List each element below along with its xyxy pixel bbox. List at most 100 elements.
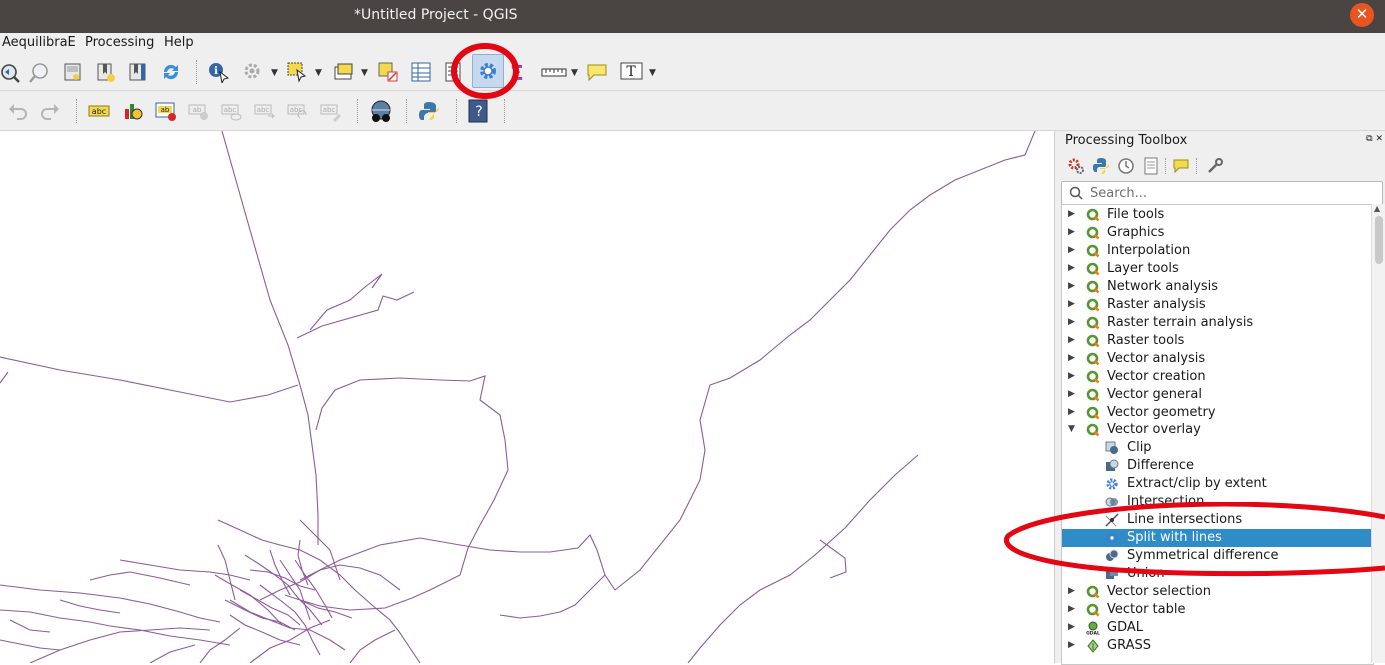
float-panel-icon[interactable]: ⧉	[1366, 134, 1372, 144]
show-hide-labels-icon[interactable]: abc	[221, 100, 243, 122]
chevron-right-icon[interactable]: ▶	[1068, 604, 1075, 614]
layer-diagram-icon[interactable]	[122, 100, 144, 122]
scrollbar-thumb[interactable]	[1375, 216, 1383, 264]
chevron-right-icon[interactable]: ▶	[1068, 389, 1075, 399]
tree-group-vector-geometry[interactable]: ▶ Vector geometry	[1062, 404, 1373, 422]
menu-help[interactable]: Help	[164, 35, 194, 50]
edit-features-in-place-icon[interactable]	[1172, 157, 1190, 175]
undo-icon[interactable]	[7, 100, 29, 122]
history-icon[interactable]	[1117, 157, 1135, 175]
chevron-right-icon[interactable]: ▶	[1068, 353, 1075, 363]
tree-group-layer-tools[interactable]: ▶ Layer tools	[1062, 260, 1373, 278]
open-field-calculator-icon[interactable]	[410, 61, 432, 83]
refresh-icon[interactable]	[160, 61, 182, 83]
chevron-right-icon[interactable]: ▶	[1068, 263, 1075, 273]
tree-group-vector-table[interactable]: ▶ Vector table	[1062, 601, 1373, 619]
text-annotation-icon[interactable]: T	[620, 61, 644, 83]
python-console-icon[interactable]	[418, 100, 440, 122]
tree-algorithm-clip[interactable]: Clip	[1062, 439, 1373, 457]
toolbar-labels: abc ab ab abc abc abc abc ?	[0, 91, 1385, 131]
chevron-down-icon[interactable]: ▼	[1068, 424, 1075, 434]
chevron-right-icon[interactable]: ▶	[1068, 317, 1075, 327]
tree-algorithm-intersection[interactable]: Intersection	[1062, 493, 1373, 511]
tree-algorithm-line-intersections[interactable]: Line intersections	[1062, 511, 1373, 529]
tree-group-grass[interactable]: ▶ GRASS	[1062, 637, 1373, 655]
chevron-right-icon[interactable]: ▶	[1068, 371, 1075, 381]
chevron-right-icon[interactable]: ▶	[1068, 335, 1075, 345]
select-features-icon[interactable]	[286, 61, 308, 83]
tree-group-vector-general[interactable]: ▶ Vector general	[1062, 386, 1373, 404]
processing-toolbox-button[interactable]	[472, 54, 504, 88]
tree-algorithm-symmetrical-difference[interactable]: Symmetrical difference	[1062, 547, 1373, 565]
run-feature-action-icon[interactable]	[242, 61, 264, 83]
open-attribute-table-icon[interactable]	[333, 61, 355, 83]
help-icon[interactable]: ?	[467, 99, 489, 123]
chevron-right-icon[interactable]: ▶	[1068, 407, 1075, 417]
tree-group-network-analysis[interactable]: ▶ Network analysis	[1062, 278, 1373, 296]
chevron-right-icon[interactable]: ▶	[1068, 622, 1075, 632]
tree-algorithm-difference[interactable]: Difference	[1062, 457, 1373, 475]
tree-algorithm-split-with-lines[interactable]: Split with lines	[1062, 529, 1373, 547]
models-icon[interactable]	[1067, 157, 1085, 175]
show-bookmarks-icon[interactable]	[127, 61, 149, 83]
rotate-label-icon[interactable]: abc	[287, 100, 309, 122]
menu-aequilibrae[interactable]: AequilibraE	[2, 35, 76, 50]
close-window-button[interactable]: ✕	[1350, 3, 1374, 27]
sigma-icon[interactable]: Σ	[508, 61, 530, 83]
tree-group-vector-selection[interactable]: ▶ Vector selection	[1062, 583, 1373, 601]
search-field[interactable]	[1061, 181, 1383, 205]
chevron-right-icon[interactable]: ▶	[1068, 209, 1075, 219]
label-toolbar-icon[interactable]: abc	[88, 100, 110, 122]
pan-to-selection-icon[interactable]	[0, 62, 22, 84]
new-bookmark-icon[interactable]	[62, 61, 84, 83]
results-viewer-icon[interactable]	[1142, 157, 1160, 175]
chevron-right-icon[interactable]: ▶	[1068, 586, 1075, 596]
tree-group-vector-creation[interactable]: ▶ Vector creation	[1062, 368, 1373, 386]
tree-group-gdal[interactable]: ▶ GDAL GDAL	[1062, 619, 1373, 637]
tree-group-raster-analysis[interactable]: ▶ Raster analysis	[1062, 296, 1373, 314]
scripts-icon[interactable]	[1092, 157, 1110, 175]
highlight-pinned-labels-icon[interactable]: ab	[155, 100, 177, 122]
chevron-down-icon[interactable]: ▼	[315, 68, 322, 78]
search-input[interactable]	[1088, 184, 1377, 202]
chevron-down-icon[interactable]: ▼	[571, 68, 578, 78]
tree-group-graphics[interactable]: ▶ Graphics	[1062, 224, 1373, 242]
tree-group-interpolation[interactable]: ▶ Interpolation	[1062, 242, 1373, 260]
chevron-right-icon[interactable]: ▶	[1068, 245, 1075, 255]
move-label-icon[interactable]: abc	[254, 100, 276, 122]
new-spatial-bookmark-icon[interactable]	[95, 61, 117, 83]
redo-icon[interactable]	[39, 100, 61, 122]
chevron-down-icon[interactable]: ▼	[271, 68, 278, 78]
identify-features-icon[interactable]: i	[207, 61, 229, 83]
chevron-right-icon[interactable]: ▶	[1068, 299, 1075, 309]
chevron-right-icon[interactable]: ▶	[1068, 227, 1075, 237]
tree-group-raster-terrain-analysis[interactable]: ▶ Raster terrain analysis	[1062, 314, 1373, 332]
qgis-icon	[1086, 208, 1100, 222]
tree-group-vector-analysis[interactable]: ▶ Vector analysis	[1062, 350, 1373, 368]
tree-algorithm-union[interactable]: Union	[1062, 565, 1373, 583]
menu-processing[interactable]: Processing	[85, 35, 154, 50]
tree-label: Difference	[1127, 458, 1195, 473]
chevron-down-icon[interactable]: ▼	[361, 68, 368, 78]
change-label-properties-icon[interactable]: abc	[320, 100, 342, 122]
options-icon[interactable]	[1206, 157, 1224, 175]
deselect-all-icon[interactable]	[377, 61, 399, 83]
tree-group-vector-overlay[interactable]: ▼ Vector overlay	[1062, 421, 1373, 439]
tree-scrollbar[interactable]: ▲	[1371, 204, 1385, 663]
tree-group-raster-tools[interactable]: ▶ Raster tools	[1062, 332, 1373, 350]
tree-label: Graphics	[1107, 225, 1165, 240]
statistical-summary-icon[interactable]	[443, 61, 465, 83]
chevron-down-icon[interactable]: ▼	[649, 68, 656, 78]
measure-line-icon[interactable]	[541, 61, 567, 83]
pin-labels-icon[interactable]: ab	[188, 100, 210, 122]
tree-algorithm-extract-clip-by-extent[interactable]: Extract/clip by extent	[1062, 475, 1373, 493]
mapillary-icon[interactable]	[368, 99, 394, 125]
chevron-right-icon[interactable]: ▶	[1068, 281, 1075, 291]
zoom-to-selection-icon[interactable]	[28, 62, 50, 84]
tree-group-file-tools[interactable]: ▶ File tools	[1062, 206, 1373, 224]
scroll-up-icon[interactable]: ▲	[1374, 204, 1380, 213]
chevron-right-icon[interactable]: ▶	[1068, 640, 1075, 650]
map-tips-icon[interactable]	[586, 61, 608, 83]
close-panel-icon[interactable]: ✕	[1375, 134, 1383, 144]
map-canvas[interactable]	[0, 131, 1054, 663]
